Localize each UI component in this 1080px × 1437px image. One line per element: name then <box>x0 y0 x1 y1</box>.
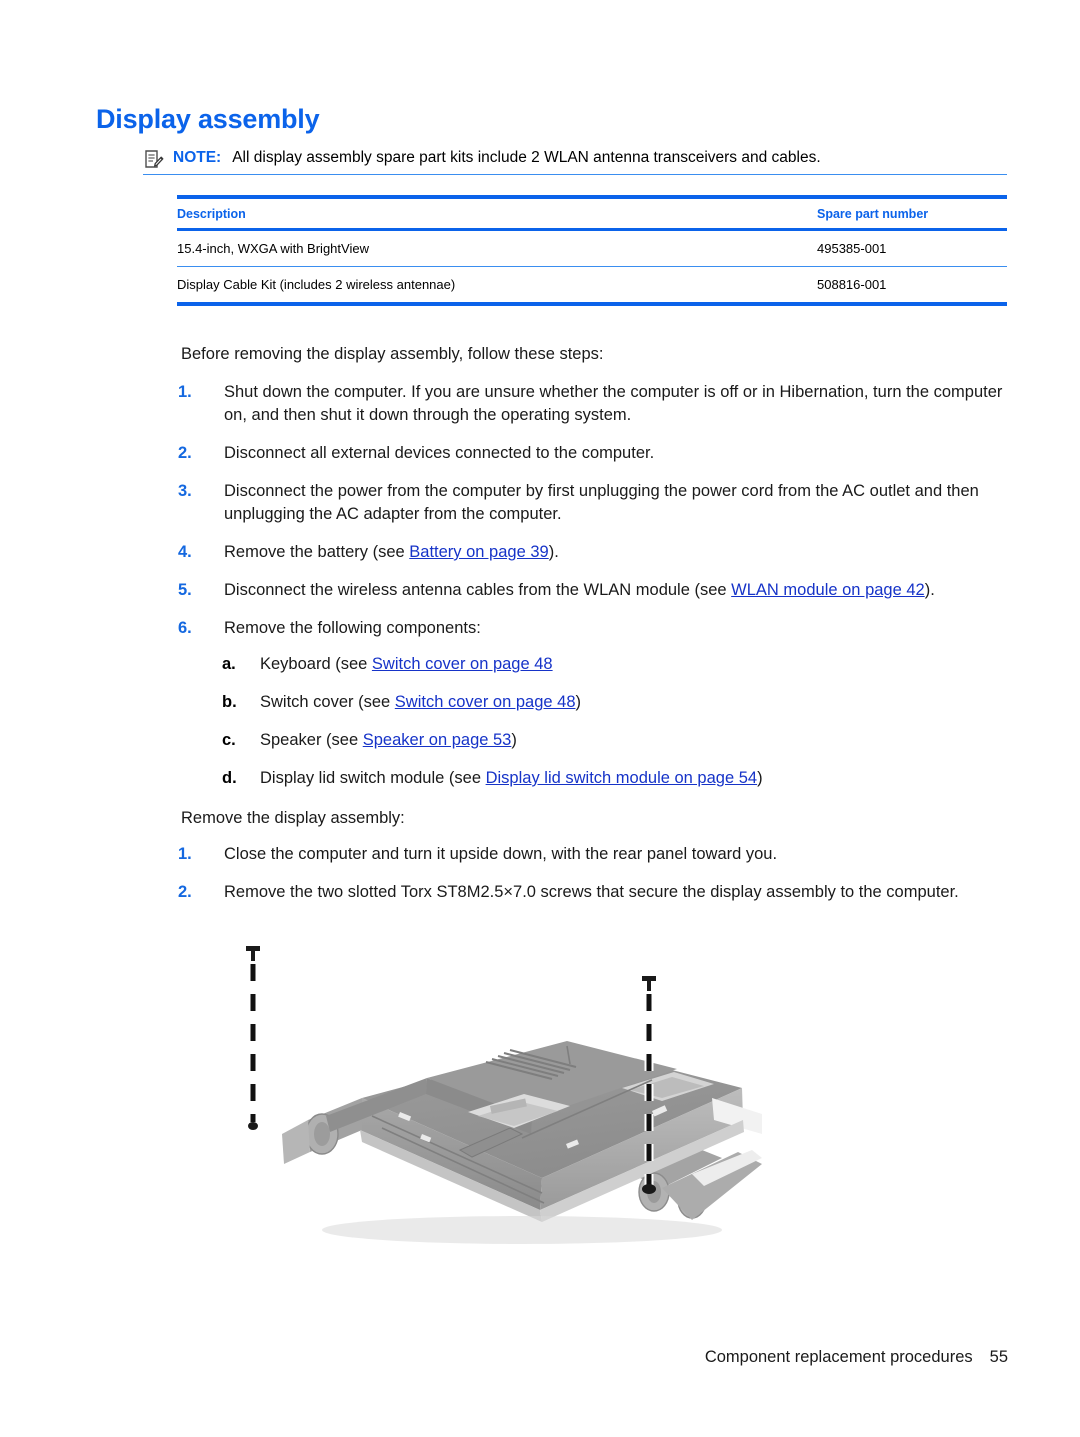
list-marker: 2. <box>178 444 192 462</box>
note-pad-pencil-icon <box>143 149 164 170</box>
list-marker: 4. <box>178 543 192 561</box>
cell-part-number: 495385-001 <box>817 229 1007 267</box>
note-text: NOTE: All display assembly spare part kit… <box>173 148 821 167</box>
list-item: 1. Close the computer and turn it upside… <box>178 843 1008 866</box>
cross-reference-link-switch-cover[interactable]: Switch cover on page 48 <box>395 693 576 711</box>
table-row: 15.4-inch, WXGA with BrightView 495385-0… <box>177 229 1007 267</box>
list-item-text: Disconnect the power from the computer b… <box>224 482 979 523</box>
list-item-text: Remove the following components: <box>224 619 481 637</box>
screw-callout-left <box>246 946 260 1130</box>
intro-remove-display-assembly: Remove the display assembly: <box>181 809 405 827</box>
page-title: Display assembly <box>96 104 320 134</box>
document-page: Display assembly NOTE: All display assemb… <box>0 0 1080 1437</box>
text-before-link: Switch cover (see <box>260 693 395 711</box>
note-row: NOTE: All display assembly spare part kit… <box>143 148 1007 175</box>
cell-description: Display Cable Kit (includes 2 wireless a… <box>177 266 817 306</box>
cross-reference-link-speaker[interactable]: Speaker on page 53 <box>363 731 512 749</box>
list-item-text: Remove the battery (see Battery on page … <box>224 541 1008 564</box>
list-marker: 6. <box>178 619 192 637</box>
text-after-link: ). <box>548 543 559 561</box>
list-marker: b. <box>222 693 237 711</box>
list-item: d. Display lid switch module (see Displa… <box>222 767 1012 790</box>
list-item-text: Switch cover (see Switch cover on page 4… <box>260 691 1012 714</box>
laptop-body <box>282 1041 762 1244</box>
list-item: 2. Disconnect all external devices conne… <box>178 442 1008 465</box>
cross-reference-link-wlan-module[interactable]: WLAN module on page 42 <box>731 581 925 599</box>
note-callout: NOTE: All display assembly spare part kit… <box>143 148 1007 175</box>
list-marker: 3. <box>178 482 192 500</box>
list-item-text: Keyboard (see Switch cover on page 48 <box>260 653 1012 676</box>
list-marker: a. <box>222 655 236 673</box>
list-item-text: Disconnect all external devices connecte… <box>224 444 655 462</box>
footer-page-number: 55 <box>989 1348 1008 1366</box>
cell-description: 15.4-inch, WXGA with BrightView <box>177 229 817 267</box>
text-after-link: ) <box>511 731 517 749</box>
list-item-text: Shut down the computer. If you are unsur… <box>224 383 1003 424</box>
text-before-link: Remove the battery (see <box>224 543 410 561</box>
page-footer: Component replacement procedures 55 <box>705 1348 1008 1367</box>
cross-reference-link-display-lid-switch-module[interactable]: Display lid switch module on page 54 <box>486 769 758 787</box>
text-before-link: Speaker (see <box>260 731 363 749</box>
laptop-underside-illustration <box>222 938 782 1283</box>
footer-label: Component replacement procedures <box>704 1348 973 1366</box>
list-item-text: Display lid switch module (see Display l… <box>260 767 1012 790</box>
list-item: 6. Remove the following components: <box>178 617 1008 640</box>
text-after-link: ) <box>575 693 582 711</box>
list-marker: d. <box>222 769 237 787</box>
text-after-link: ). <box>924 581 935 599</box>
list-marker: 2. <box>178 883 192 901</box>
text-before-link: Disconnect the wireless antenna cables f… <box>224 581 732 599</box>
list-item: 4. Remove the battery (see Battery on pa… <box>178 541 1008 564</box>
cross-reference-link-switch-cover[interactable]: Switch cover on page 48 <box>372 655 553 673</box>
list-marker: 1. <box>178 845 192 863</box>
table-row: Display Cable Kit (includes 2 wireless a… <box>177 266 1007 306</box>
list-item: 1. Shut down the computer. If you are un… <box>178 381 1008 427</box>
list-item-text: Remove the two slotted Torx ST8M2.5×7.0 … <box>224 883 959 901</box>
column-header-description: Description <box>177 197 817 231</box>
steps-remove-display-assembly: 1. Close the computer and turn it upside… <box>178 843 1008 919</box>
list-item: c. Speaker (see Speaker on page 53) <box>222 729 1012 752</box>
list-item-text: Speaker (see Speaker on page 53) <box>260 729 1012 752</box>
note-body: All display assembly spare part kits inc… <box>232 149 821 166</box>
spare-parts-table: Description Spare part number 15.4-inch,… <box>177 195 1007 306</box>
column-header-spare-part-number: Spare part number <box>817 197 1007 231</box>
table-header-row: Description Spare part number <box>177 197 1007 231</box>
list-item-text: Close the computer and turn it upside do… <box>224 845 778 863</box>
note-label: NOTE: <box>173 149 222 166</box>
steps-before-removing: 1. Shut down the computer. If you are un… <box>178 381 1008 655</box>
list-item: 5. Disconnect the wireless antenna cable… <box>178 579 1008 602</box>
intro-before-removing: Before removing the display assembly, fo… <box>181 345 604 363</box>
text-before-link: Display lid switch module (see <box>260 769 486 787</box>
list-marker: c. <box>222 731 236 749</box>
cell-part-number: 508816-001 <box>817 266 1007 306</box>
list-item: b. Switch cover (see Switch cover on pag… <box>222 691 1012 714</box>
list-marker: 1. <box>178 383 192 401</box>
list-marker: 5. <box>178 581 192 599</box>
text-before-link: Keyboard (see <box>260 655 372 673</box>
list-item: 2. Remove the two slotted Torx ST8M2.5×7… <box>178 881 1008 904</box>
list-item-text: Disconnect the wireless antenna cables f… <box>224 579 1008 602</box>
list-item: a. Keyboard (see Switch cover on page 48 <box>222 653 1012 676</box>
list-item: 3. Disconnect the power from the compute… <box>178 480 1008 526</box>
substeps-components: a. Keyboard (see Switch cover on page 48… <box>222 653 1012 805</box>
text-after-link: ) <box>757 769 763 787</box>
cross-reference-link-battery[interactable]: Battery on page 39 <box>409 543 548 561</box>
